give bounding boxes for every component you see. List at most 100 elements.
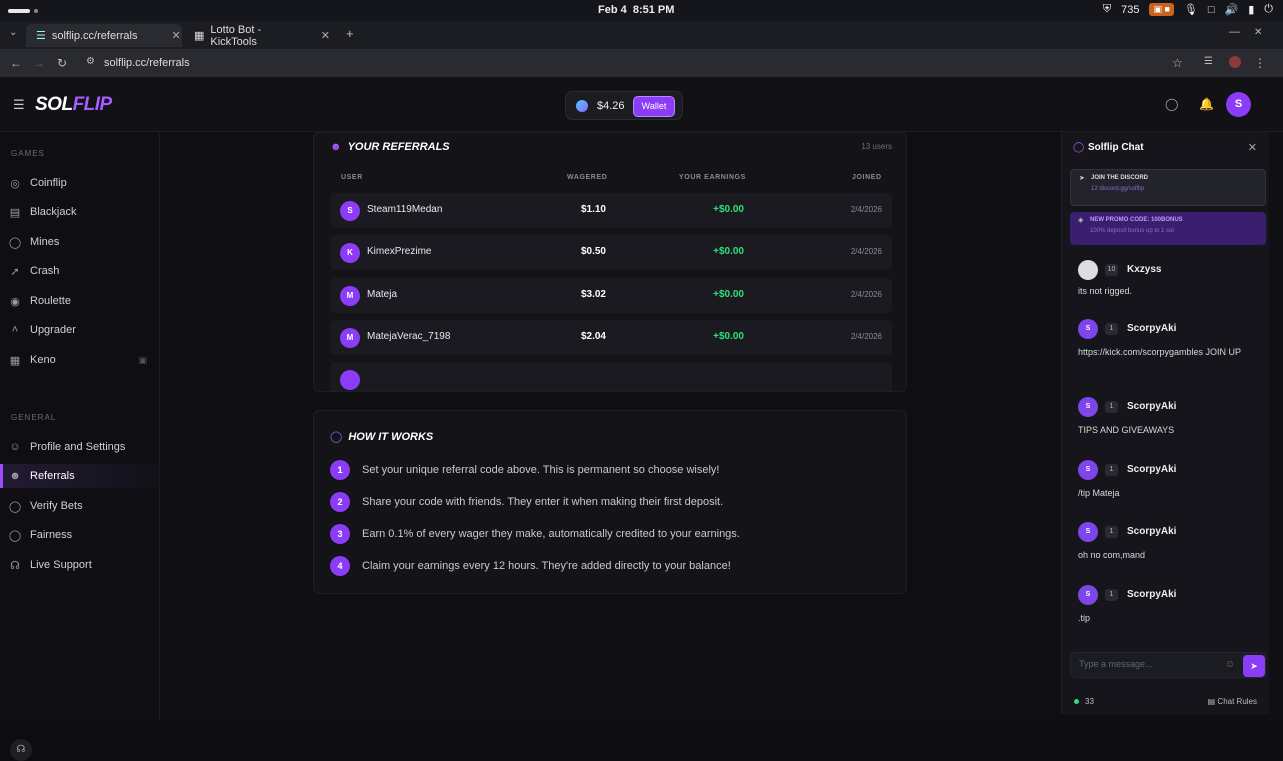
power-icon[interactable]: ⏻: [1264, 3, 1273, 16]
sidebar-item-referrals[interactable]: ☻ Referrals: [0, 464, 159, 488]
promo-banner[interactable]: ◈ NEW PROMO CODE: 100BONUS 100% deposit …: [1070, 212, 1266, 245]
coin-icon: ◎: [10, 177, 20, 190]
avatar: M: [340, 328, 360, 348]
level-badge: 1: [1105, 526, 1118, 538]
sidebar-item-profile-settings[interactable]: ☺ Profile and Settings: [0, 435, 159, 459]
tab-list-icon[interactable]: ⌄: [9, 27, 17, 38]
chat-username[interactable]: ScorpyAki: [1127, 589, 1176, 600]
chat-message-input[interactable]: [1079, 659, 1219, 669]
referral-username: Mateja: [367, 289, 398, 300]
step-item: 1 Set your unique referral code above. Th…: [330, 460, 720, 480]
sidebar-item-label: Live Support: [30, 559, 92, 571]
close-window-icon[interactable]: ✕: [1254, 27, 1262, 38]
chat-username[interactable]: ScorpyAki: [1127, 464, 1176, 475]
mine-icon: ◯: [8, 236, 22, 249]
sidebar-item-blackjack[interactable]: ▤ Blackjack: [0, 200, 159, 224]
bell-icon[interactable]: 🔔: [1199, 97, 1214, 111]
referral-username: MatejaVerac_7198: [367, 331, 451, 342]
earnings-amount: +$0.00: [713, 331, 744, 342]
sidebar-item-verify-bets[interactable]: ◯ Verify Bets: [0, 494, 159, 518]
close-tab-icon[interactable]: ✕: [321, 29, 330, 42]
solflip-logo[interactable]: SOLFLIP: [35, 94, 112, 116]
tab-label: Lotto Bot - KickTools: [210, 23, 262, 48]
chat-text: its not rigged.: [1078, 286, 1133, 296]
chat-bubble-icon: ◯: [1073, 142, 1085, 153]
avatar[interactable]: S: [1078, 460, 1098, 480]
sidebar-item-label: Coinflip: [30, 177, 67, 189]
tag-icon: ◈: [1078, 217, 1084, 224]
balance-amount: $4.26: [597, 100, 625, 112]
chat-text: /tip Mateja: [1078, 488, 1120, 498]
bookmark-star-icon[interactable]: ☆: [1172, 56, 1183, 70]
url-field[interactable]: solflip.cc/referrals: [104, 57, 190, 69]
sidebar-item-live-support[interactable]: ☊ Live Support: [0, 553, 159, 577]
sidebar-item-roulette[interactable]: ◉ Roulette: [0, 289, 159, 313]
chat-toggle-icon[interactable]: ◯: [1165, 97, 1178, 111]
battery-icon[interactable]: ▮: [1248, 3, 1254, 16]
chat-username[interactable]: ScorpyAki: [1127, 526, 1176, 537]
lock-icon: ▣: [138, 354, 147, 365]
minimize-icon[interactable]: —: [1229, 26, 1240, 38]
tab-lotto-bot[interactable]: ▦ Lotto Bot - KickTools ✕: [184, 23, 340, 48]
hamburger-icon[interactable]: ☰: [13, 97, 25, 113]
new-tab-icon[interactable]: +: [346, 26, 354, 41]
volume-icon[interactable]: 🔊: [1225, 3, 1239, 16]
discord-banner[interactable]: ➤ JOIN THE DISCORD 12 discord.gg/solflip: [1070, 169, 1266, 206]
earnings-amount: +$0.00: [713, 289, 744, 300]
scrollbar[interactable]: [1269, 132, 1283, 720]
workspace-dot[interactable]: [34, 9, 38, 13]
avatar[interactable]: S: [1078, 585, 1098, 605]
os-clock[interactable]: Feb 4 8:51 PM: [598, 4, 674, 16]
sidebar-item-crash[interactable]: ➚ Crash: [0, 259, 159, 283]
tab-solflip-referrals[interactable]: ☰ solflip.cc/referrals ✕: [26, 24, 182, 47]
how-it-works-card: ◯ HOW IT WORKS 1 Set your unique referral …: [313, 410, 907, 594]
recording-indicator[interactable]: ▣ ■: [1149, 3, 1174, 16]
sidebar-item-coinflip[interactable]: ◎ Coinflip: [0, 171, 159, 195]
logo-sol: SOL: [35, 94, 73, 115]
wallet-button[interactable]: Wallet: [633, 96, 675, 117]
emoji-icon[interactable]: ☺: [1225, 659, 1235, 670]
reload-icon[interactable]: ↻: [57, 56, 67, 70]
support-headset-button[interactable]: ☊: [10, 739, 32, 761]
sidebar-item-mines[interactable]: ◯ Mines: [0, 230, 159, 254]
grid-icon: ▦: [9, 354, 21, 367]
profile-icon[interactable]: [1229, 56, 1241, 68]
back-icon[interactable]: ←: [10, 56, 22, 70]
step-number: 2: [330, 492, 350, 512]
table-row-partial: [330, 362, 892, 391]
avatar[interactable]: S: [1078, 522, 1098, 542]
cards-icon: ▤: [9, 206, 21, 219]
os-top-bar: Feb 4 8:51 PM ⛨ 735 ▣ ■ 🎙 □ 🔊 ▮ ⏻: [0, 0, 1283, 21]
avatar[interactable]: S: [1078, 319, 1098, 339]
chat-username[interactable]: Kxzyss: [1127, 264, 1161, 275]
avatar[interactable]: [1078, 260, 1098, 280]
shield-icon[interactable]: ⛨: [1103, 3, 1111, 16]
chat-username[interactable]: ScorpyAki: [1127, 323, 1176, 334]
referrals-card: ☻ YOUR REFERRALS 13 users USER WAGERED YO…: [313, 132, 907, 392]
site-info-icon[interactable]: ⚙: [86, 56, 95, 67]
chat-username[interactable]: ScorpyAki: [1127, 401, 1176, 412]
how-it-works-title: ◯ HOW IT WORKS: [330, 430, 433, 443]
shield-check-icon: ◯: [8, 500, 22, 513]
sidebar-item-keno[interactable]: ▦ Keno ▣: [0, 348, 159, 372]
chat-rules-link[interactable]: ▤ Chat Rules: [1208, 697, 1257, 706]
media-icon[interactable]: ☰: [1204, 56, 1213, 67]
wallet-balance: $4.26 Wallet: [565, 91, 683, 120]
close-tab-icon[interactable]: ✕: [171, 29, 180, 42]
send-button[interactable]: ➤: [1243, 655, 1265, 677]
table-row: M MatejaVerac_7198 $2.04 +$0.00 2/4/2026: [330, 320, 892, 355]
avatar[interactable]: S: [1078, 397, 1098, 417]
close-icon[interactable]: ✕: [1248, 141, 1257, 154]
window-icon[interactable]: □: [1208, 4, 1215, 16]
forward-icon[interactable]: →: [33, 56, 45, 70]
sidebar-item-fairness[interactable]: ◯ Fairness: [0, 523, 159, 547]
mic-icon[interactable]: 🎙: [1184, 3, 1198, 16]
wagered-amount: $1.10: [580, 204, 606, 215]
discord-banner-sub: 12 discord.gg/solflip: [1091, 186, 1145, 192]
col-user: USER: [341, 174, 363, 181]
sidebar-item-upgrader[interactable]: ˄ Upgrader: [0, 318, 159, 342]
avatar[interactable]: S: [1226, 92, 1251, 117]
menu-icon[interactable]: ⋮: [1254, 56, 1266, 70]
workspace-indicator[interactable]: [8, 9, 30, 13]
col-joined: JOINED: [852, 174, 882, 181]
